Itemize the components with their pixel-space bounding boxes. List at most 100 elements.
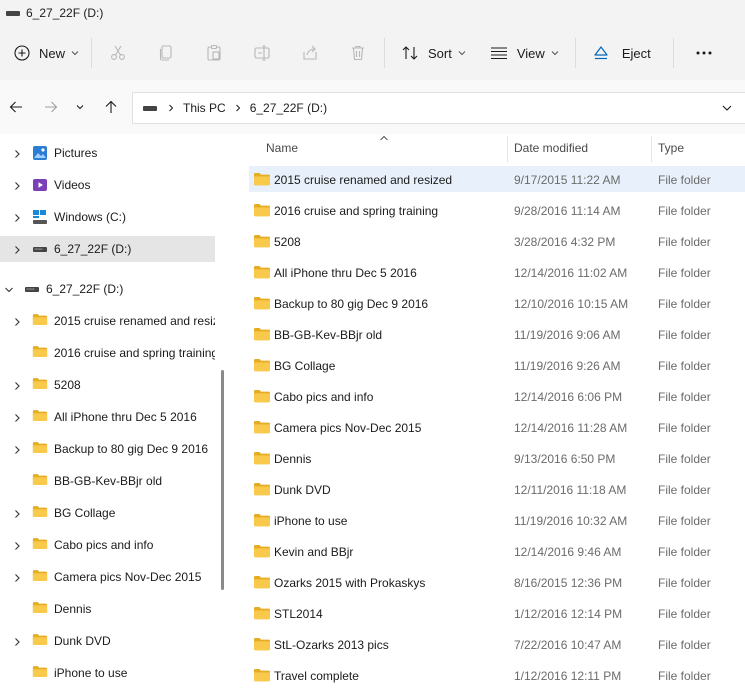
file-row[interactable]: Dunk DVD 12/11/2016 11:18 AM File folder <box>249 476 745 502</box>
address-box[interactable]: This PC 6_27_22F (D:) <box>132 92 745 124</box>
nav-item[interactable]: iPhone to use <box>0 660 215 686</box>
column-header-type[interactable]: Type <box>658 134 684 162</box>
forward-button[interactable] <box>35 91 67 123</box>
nav-item-label: 5208 <box>54 378 81 392</box>
folder-icon <box>32 601 48 617</box>
chevron-right-icon[interactable] <box>12 636 22 646</box>
breadcrumb-this-pc[interactable]: This PC <box>183 101 226 115</box>
sort-button[interactable]: Sort <box>393 36 474 70</box>
chevron-right-icon[interactable] <box>12 380 22 390</box>
more-icon <box>696 51 712 55</box>
chevron-right-icon[interactable] <box>12 180 22 190</box>
eject-button[interactable]: Eject <box>584 36 659 70</box>
nav-item[interactable]: Videos <box>0 172 215 198</box>
nav-item[interactable]: BG Collage <box>0 500 215 526</box>
chevron-right-icon[interactable] <box>12 508 22 518</box>
new-button[interactable]: New <box>6 36 87 70</box>
chevron-down-icon[interactable] <box>4 284 14 294</box>
nav-scrollbar[interactable] <box>221 370 224 590</box>
file-row[interactable]: Backup to 80 gig Dec 9 2016 12/10/2016 10… <box>249 290 745 316</box>
chevron-right-icon[interactable] <box>12 444 22 454</box>
file-row[interactable]: Camera pics Nov-Dec 2015 12/14/2016 11:28… <box>249 414 745 440</box>
nav-item[interactable]: Pictures <box>0 140 215 166</box>
file-name: Cabo pics and info <box>274 390 374 404</box>
file-type: File folder <box>658 576 711 590</box>
nav-item[interactable]: Dennis <box>0 596 215 622</box>
chevron-right-icon[interactable] <box>12 148 22 158</box>
nav-item[interactable]: 6_27_22F (D:) <box>0 276 215 302</box>
see-more-button[interactable] <box>680 36 728 70</box>
column-divider[interactable] <box>507 136 508 162</box>
view-button-label: View <box>516 45 545 61</box>
recent-locations-button[interactable] <box>66 91 94 123</box>
chevron-right-icon[interactable] <box>12 572 22 582</box>
file-name: Dennis <box>274 452 312 466</box>
chevron-right-icon[interactable] <box>12 212 22 222</box>
chevron-right-icon[interactable] <box>12 244 22 254</box>
nav-item-label: 6_27_22F (D:) <box>54 242 132 256</box>
file-row[interactable]: Cabo pics and info 12/14/2016 6:06 PM File… <box>249 383 745 409</box>
back-button[interactable] <box>0 91 32 123</box>
view-button[interactable]: View <box>482 36 567 70</box>
nav-item[interactable]: BB-GB-Kev-BBjr old <box>0 468 215 494</box>
file-row[interactable]: iPhone to use 11/19/2016 10:32 AM File fol… <box>249 507 745 533</box>
cut-button[interactable] <box>94 36 142 70</box>
file-row[interactable]: 5208 3/28/2016 4:32 PM File folder <box>249 228 745 254</box>
address-dropdown-icon[interactable] <box>721 102 733 114</box>
pictures-icon <box>32 145 48 164</box>
file-row[interactable]: All iPhone thru Dec 5 2016 12/14/2016 11:… <box>249 259 745 285</box>
nav-item[interactable]: Backup to 80 gig Dec 9 2016 <box>0 436 215 462</box>
chevron-right-icon[interactable] <box>12 316 22 326</box>
nav-item[interactable]: Dunk DVD <box>0 628 215 654</box>
nav-item[interactable]: 5208 <box>0 372 215 398</box>
chevron-right-icon[interactable] <box>12 412 22 422</box>
file-row[interactable]: StL-Ozarks 2013 pics 7/22/2016 10:47 AM Fi… <box>249 631 745 657</box>
file-row[interactable]: Ozarks 2015 with Prokaskys 8/16/2015 12:3… <box>249 569 745 595</box>
chevron-right-icon[interactable] <box>12 540 22 550</box>
arrow-up-icon <box>105 100 117 113</box>
column-header-date[interactable]: Date modified <box>514 134 588 162</box>
file-row[interactable]: 2016 cruise and spring training 9/28/2016… <box>249 197 745 223</box>
toolbar-divider <box>384 38 386 68</box>
nav-item[interactable]: 2015 cruise renamed and resized <box>0 308 215 334</box>
file-name: iPhone to use <box>274 514 348 528</box>
nav-item[interactable]: All iPhone thru Dec 5 2016 <box>0 404 215 430</box>
column-divider[interactable] <box>651 136 652 162</box>
view-list-icon <box>490 47 507 60</box>
file-row[interactable]: Travel complete 1/12/2016 12:11 PM File fo… <box>249 662 745 688</box>
column-header-name[interactable]: Name <box>266 134 298 162</box>
file-name: Dunk DVD <box>274 483 331 497</box>
copy-button[interactable] <box>142 36 190 70</box>
share-button[interactable] <box>286 36 334 70</box>
eject-icon <box>594 46 608 60</box>
file-date-modified: 9/13/2016 6:50 PM <box>514 452 616 466</box>
nav-item[interactable]: Camera pics Nov-Dec 2015 <box>0 564 215 590</box>
file-row[interactable]: Dennis 9/13/2016 6:50 PM File folder <box>249 445 745 471</box>
file-name: Camera pics Nov-Dec 2015 <box>274 421 422 435</box>
breadcrumb-drive[interactable]: 6_27_22F (D:) <box>250 101 327 115</box>
folder-icon <box>253 358 271 375</box>
paste-button[interactable] <box>190 36 238 70</box>
file-row[interactable]: Kevin and BBjr 12/14/2016 9:46 AM File fol… <box>249 538 745 564</box>
nav-item[interactable]: 6_27_22F (D:) <box>0 236 215 262</box>
file-row[interactable]: STL2014 1/12/2016 12:14 PM File folder <box>249 600 745 626</box>
file-date-modified: 1/12/2016 12:11 PM <box>514 669 622 683</box>
file-name: All iPhone thru Dec 5 2016 <box>274 266 417 280</box>
folder-icon <box>253 513 271 530</box>
file-row[interactable]: BB-GB-Kev-BBjr old 11/19/2016 9:06 AM File… <box>249 321 745 347</box>
file-type: File folder <box>658 607 711 621</box>
up-button[interactable] <box>95 91 127 123</box>
scissors-icon <box>111 45 125 60</box>
nav-item[interactable]: 2016 cruise and spring training <box>0 340 215 366</box>
file-row[interactable]: BG Collage 11/19/2016 9:26 AM File folder <box>249 352 745 378</box>
file-date-modified: 11/19/2016 9:26 AM <box>514 359 621 373</box>
delete-button[interactable] <box>334 36 382 70</box>
folder-icon <box>32 313 48 329</box>
nav-item-label: iPhone to use <box>54 666 128 680</box>
file-date-modified: 9/17/2015 11:22 AM <box>514 173 621 187</box>
nav-item[interactable]: Cabo pics and info <box>0 532 215 558</box>
file-row[interactable]: 2015 cruise renamed and resized 9/17/2015… <box>249 166 745 192</box>
nav-item[interactable]: Windows (C:) <box>0 204 215 230</box>
rename-button[interactable] <box>238 36 286 70</box>
nav-item-label: BG Collage <box>54 506 116 520</box>
